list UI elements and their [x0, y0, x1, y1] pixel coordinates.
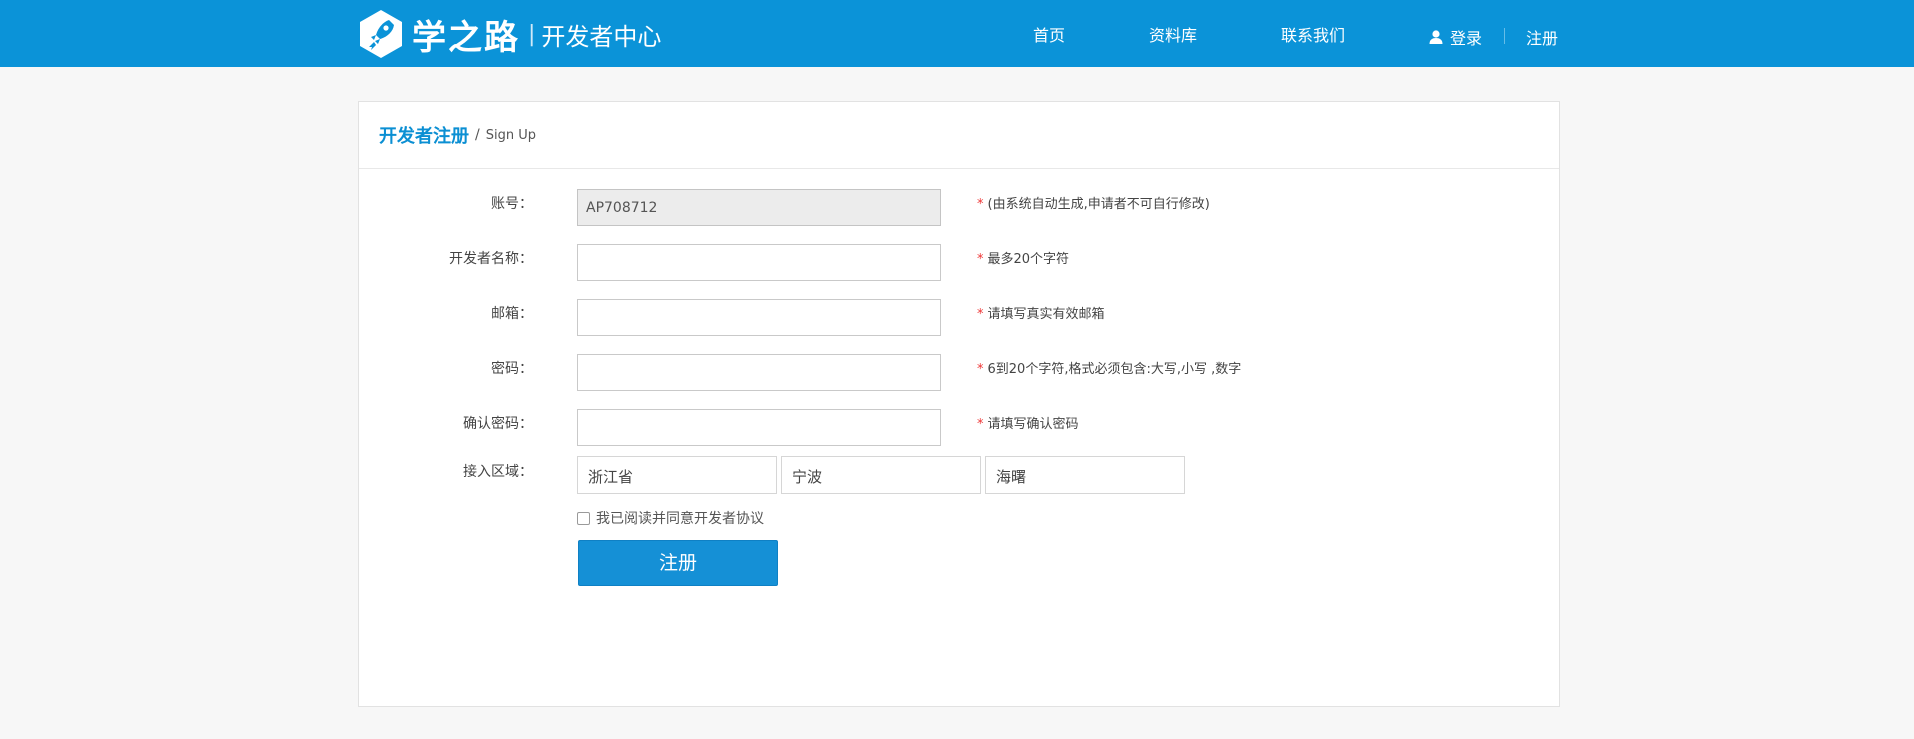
- site-subtitle: 开发者中心: [541, 22, 662, 51]
- dev-name-label: 开发者名称：: [449, 251, 533, 267]
- email-field[interactable]: [577, 299, 941, 336]
- agreement-label: 我已阅读并同意开发者协议: [596, 511, 764, 527]
- required-mark: *: [977, 417, 984, 432]
- password-hint-text: 6到20个字符,格式必须包含:大写,小写 ,数字: [987, 362, 1242, 377]
- user-icon: [1429, 30, 1443, 44]
- rocket-hexagon-logo-icon: [360, 10, 402, 58]
- email-label: 邮箱：: [491, 306, 533, 322]
- confirm-password-hint: * 请填写确认密码: [977, 413, 1079, 432]
- account-label: 账号：: [491, 196, 533, 212]
- account-hint-text: (由系统自动生成,申请者不可自行修改): [987, 197, 1210, 212]
- nav-home[interactable]: 首页: [1033, 22, 1065, 46]
- nav-register[interactable]: 注册: [1526, 25, 1558, 49]
- confirm-password-label: 确认密码：: [463, 416, 533, 432]
- brand-separator: |: [528, 21, 536, 47]
- panel-title-en: Sign Up: [485, 127, 536, 143]
- confirm-password-hint-text: 请填写确认密码: [987, 417, 1079, 432]
- account-hint: * (由系统自动生成,申请者不可自行修改): [977, 193, 1210, 212]
- nav-library[interactable]: 资料库: [1149, 22, 1197, 46]
- nav-login[interactable]: 登录: [1428, 25, 1482, 49]
- email-hint: * 请填写真实有效邮箱: [977, 303, 1105, 322]
- required-mark: *: [977, 307, 984, 322]
- province-select[interactable]: 浙江省: [577, 456, 777, 494]
- nav-divider: [1504, 28, 1505, 44]
- region-label: 接入区域：: [463, 464, 533, 480]
- required-mark: *: [977, 197, 984, 212]
- agreement-row[interactable]: 我已阅读并同意开发者协议: [577, 508, 764, 528]
- password-field[interactable]: [577, 354, 941, 391]
- top-navbar: 学之路 | 开发者中心 首页 资料库 联系我们 登录 注册: [0, 0, 1914, 67]
- signup-panel: 开发者注册 / Sign Up: [358, 101, 1560, 707]
- agreement-checkbox[interactable]: [577, 511, 590, 525]
- city-select[interactable]: 宁波: [781, 456, 981, 494]
- brand-name: 学之路: [412, 17, 520, 58]
- dev-name-hint-text: 最多20个字符: [987, 252, 1070, 267]
- confirm-password-field[interactable]: [577, 409, 941, 446]
- register-submit-button[interactable]: 注册: [578, 540, 778, 586]
- required-mark: *: [977, 362, 984, 377]
- dev-name-field[interactable]: [577, 244, 941, 281]
- password-hint: * 6到20个字符,格式必须包含:大写,小写 ,数字: [977, 358, 1241, 377]
- brand-logo[interactable]: 学之路 | 开发者中心: [358, 9, 661, 59]
- required-mark: *: [977, 252, 984, 267]
- district-select[interactable]: 海曙: [985, 456, 1185, 494]
- panel-header: 开发者注册 / Sign Up: [359, 102, 1559, 169]
- dev-name-hint: * 最多20个字符: [977, 248, 1069, 267]
- password-label: 密码：: [491, 361, 533, 377]
- login-label: 登录: [1450, 29, 1483, 48]
- panel-title-slash: /: [475, 127, 480, 143]
- panel-title: 开发者注册: [379, 126, 469, 147]
- nav-contact[interactable]: 联系我们: [1281, 22, 1345, 46]
- email-hint-text: 请填写真实有效邮箱: [987, 307, 1105, 322]
- account-field[interactable]: [577, 189, 941, 226]
